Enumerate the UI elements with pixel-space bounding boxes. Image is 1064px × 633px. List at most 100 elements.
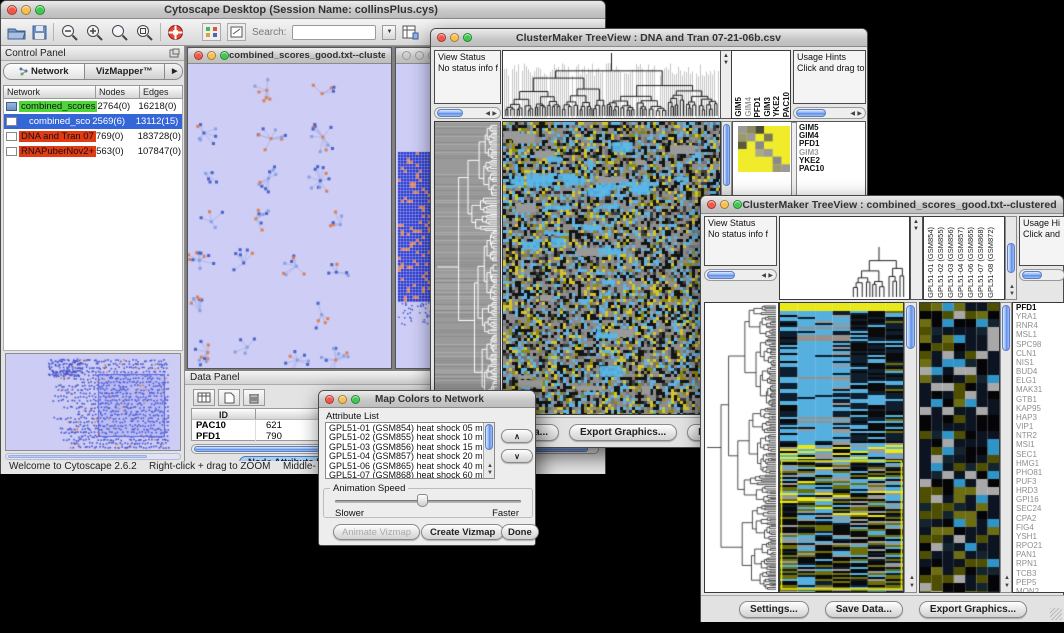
network-canvas[interactable] (188, 64, 391, 368)
scroll-right-icon[interactable]: ▶ (857, 111, 862, 117)
gene-label[interactable]: HMG1 (1016, 459, 1064, 468)
slider-thumb[interactable] (417, 494, 428, 507)
animate-vizmap-button[interactable]: Animate Vizmap (333, 524, 420, 540)
network-window-titlebar[interactable]: combined_scores_good.txt--cluste... (188, 48, 391, 64)
gene-label[interactable]: NTR2 (1016, 431, 1064, 440)
gene-label[interactable]: MAK31 (1016, 385, 1064, 394)
column-header-edges[interactable]: Edges (140, 86, 182, 98)
scroll-left-icon[interactable]: ◀ (761, 273, 766, 279)
minimize-button[interactable] (415, 51, 424, 60)
gene-list-scrollbar[interactable]: ▲ ▼ (1000, 302, 1012, 593)
scroll-up-icon[interactable]: ▲ (1004, 575, 1010, 581)
zoom-button[interactable] (35, 5, 45, 15)
vizmapper-icon[interactable] (202, 23, 221, 41)
minimize-button[interactable] (338, 395, 347, 404)
view-status-scrollbar[interactable]: ◀ ▶ (434, 107, 501, 119)
network-list-row[interactable]: DNA and Tran 07 769(0) 183728(0) (4, 129, 182, 144)
resize-grip[interactable] (1050, 608, 1062, 620)
gene-label[interactable]: MSL1 (1016, 330, 1064, 339)
gene-label[interactable]: TCB3 (1016, 569, 1064, 578)
scroll-left-icon[interactable]: ◀ (850, 111, 855, 117)
gene-label[interactable]: BUD4 (1016, 367, 1064, 376)
move-down-button[interactable]: ∨ (501, 449, 533, 463)
scrollbar-thumb[interactable] (485, 424, 493, 450)
network-overview-minimap[interactable] (5, 353, 181, 451)
attribute-browser-icon[interactable] (402, 24, 419, 40)
create-vizmap-button[interactable]: Create Vizmap (421, 524, 504, 540)
move-up-button[interactable]: ∧ (501, 429, 533, 443)
gene-label[interactable]: SEC24 (1016, 504, 1064, 513)
minimize-button[interactable] (450, 33, 459, 42)
float-panel-icon[interactable] (169, 48, 180, 58)
tab-vizmapper[interactable]: VizMapper™ (85, 63, 166, 80)
search-input[interactable] (292, 25, 376, 40)
scroll-up-icon[interactable]: ▲ (487, 463, 493, 469)
attribute-table-icon[interactable] (193, 389, 215, 406)
gene-label[interactable]: PFD1 (1016, 303, 1064, 312)
minimize-button[interactable] (21, 5, 31, 15)
network-list-row[interactable]: RNAPuberNov2+ 563(0) 107847(0) (4, 144, 182, 159)
gene-label[interactable]: MON2 (1016, 587, 1064, 593)
gene-label[interactable]: SEC1 (1016, 450, 1064, 459)
minimize-button[interactable] (720, 200, 729, 209)
row-dendrogram-panel[interactable] (704, 302, 779, 593)
control-panel-scrollbar[interactable] (5, 453, 181, 460)
scroll-left-icon[interactable]: ◀ (485, 111, 490, 117)
close-button[interactable] (707, 200, 716, 209)
tab-overflow-icon[interactable]: ▶ (165, 63, 183, 80)
zoom-out-icon[interactable] (60, 24, 79, 41)
zoom-fit-icon[interactable] (135, 24, 154, 41)
zoom-in-icon[interactable] (85, 24, 104, 41)
scrollbar-thumb[interactable] (796, 109, 826, 117)
scrollbar-thumb[interactable] (723, 124, 730, 186)
view-status-scrollbar[interactable]: ◀ ▶ (704, 269, 777, 281)
minimize-button[interactable] (207, 51, 216, 60)
gene-label[interactable]: MSI1 (1016, 440, 1064, 449)
gene-label[interactable]: HRD3 (1016, 486, 1064, 495)
gene-label[interactable]: RPO21 (1016, 541, 1064, 550)
close-button[interactable] (325, 395, 334, 404)
gene-label[interactable]: HAP3 (1016, 413, 1064, 422)
scrollbar-thumb[interactable] (707, 271, 735, 279)
column-dendrogram-panel[interactable] (779, 216, 910, 300)
close-button[interactable] (7, 5, 17, 15)
column-dendrogram-panel[interactable] (502, 50, 721, 119)
summary-heatmap[interactable] (738, 126, 790, 172)
gene-label[interactable]: GTB1 (1016, 395, 1064, 404)
scroll-down-icon[interactable]: ▼ (909, 583, 915, 589)
heatmap-panel[interactable] (779, 302, 904, 593)
gene-label[interactable]: ELG1 (1016, 376, 1064, 385)
row-dendrogram-panel[interactable] (434, 121, 501, 415)
gene-label[interactable]: RNR4 (1016, 321, 1064, 330)
zoom-selected-icon[interactable] (110, 24, 129, 41)
gene-label[interactable]: FIG4 (1016, 523, 1064, 532)
gene-label[interactable]: YRA1 (1016, 312, 1064, 321)
done-button[interactable]: Done (501, 524, 539, 540)
scroll-down-icon[interactable]: ▼ (913, 226, 919, 232)
new-attribute-icon[interactable] (218, 389, 240, 406)
delete-attribute-icon[interactable] (243, 389, 265, 406)
help-lifesaver-icon[interactable] (167, 24, 184, 41)
gene-label[interactable]: PAN1 (1016, 550, 1064, 559)
gene-label[interactable]: PHO81 (1016, 468, 1064, 477)
zoom-button[interactable] (351, 395, 360, 404)
scrollbar-thumb[interactable] (1007, 243, 1015, 273)
column-header-nodes[interactable]: Nodes (96, 86, 140, 98)
scroll-down-icon[interactable]: ▼ (723, 60, 729, 66)
scrollbar-thumb[interactable] (437, 109, 463, 117)
treeview-action-button[interactable]: Export Graphics... (569, 424, 677, 441)
scroll-up-icon[interactable]: ▲ (913, 219, 919, 225)
treeview1-titlebar[interactable]: ClusterMaker TreeView : DNA and Tran 07-… (431, 29, 867, 47)
column-labels-scrollbar[interactable]: ▲ ▼ (1005, 216, 1017, 300)
scrollbar-thumb[interactable] (906, 305, 915, 349)
zoom-button[interactable] (733, 200, 742, 209)
id-column-header[interactable]: ID (192, 409, 256, 419)
scroll-right-icon[interactable]: ▶ (768, 273, 773, 279)
gene-label[interactable]: RPN1 (1016, 559, 1064, 568)
network-list-row[interactable]: combined_sco 2569(6) 13112(15) (4, 114, 182, 129)
scroll-right-icon[interactable]: ▶ (492, 111, 497, 117)
gene-label[interactable]: YSH1 (1016, 532, 1064, 541)
gene-label[interactable]: PUF3 (1016, 477, 1064, 486)
scrollbar-thumb[interactable] (1022, 271, 1042, 279)
close-button[interactable] (437, 33, 446, 42)
